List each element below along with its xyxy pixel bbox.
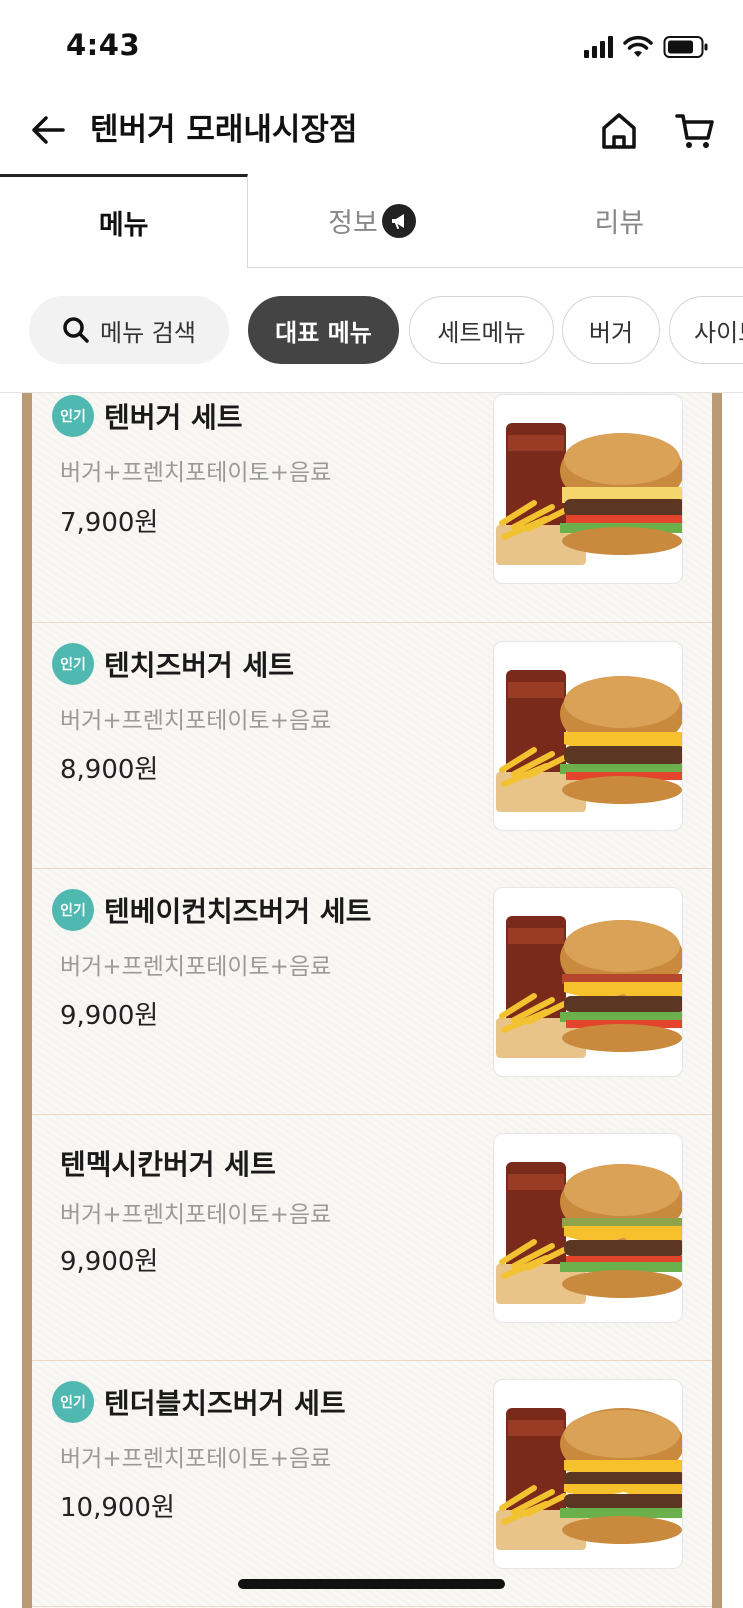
battery-icon bbox=[663, 36, 708, 58]
popular-badge: 인기 bbox=[52, 395, 94, 437]
chip-set-menu[interactable]: 세트메뉴 bbox=[409, 296, 554, 364]
menu-item-description: 버거+프렌치포테이토+음료 bbox=[60, 1446, 332, 1472]
menu-board-frame: 인기 텐버거 세트 버거+프렌치포테이토+음료 7,900원 인기 텐치즈버거 … bbox=[22, 393, 722, 1608]
menu-search-button[interactable]: 메뉴 검색 bbox=[29, 296, 229, 364]
category-chips: 메뉴 검색 대표 메뉴 세트메뉴 버거 사이드 bbox=[0, 296, 743, 366]
burger-set-image bbox=[493, 394, 683, 584]
status-icons bbox=[584, 34, 709, 60]
menu-item[interactable]: 텐멕시칸버거 세트 버거+프렌치포테이토+음료 9,900원 bbox=[32, 1115, 712, 1361]
menu-board: 인기 텐버거 세트 버거+프렌치포테이토+음료 7,900원 인기 텐치즈버거 … bbox=[32, 393, 712, 1608]
store-tabs: 메뉴 정보 리뷰 bbox=[0, 174, 743, 268]
status-bar: 4:43 bbox=[0, 0, 743, 92]
menu-item-name: 텐베이컨치즈버거 세트 bbox=[104, 895, 372, 928]
menu-item-name-row: 인기 텐버거 세트 bbox=[52, 395, 243, 437]
menu-item-name-row: 인기 텐더블치즈버거 세트 bbox=[52, 1381, 346, 1423]
menu-item-price: 10,900원 bbox=[60, 1493, 175, 1523]
tab-menu[interactable]: 메뉴 bbox=[0, 174, 249, 268]
double-cheeseburger-set-image bbox=[493, 1379, 683, 1569]
menu-item-description: 버거+프렌치포테이토+음료 bbox=[60, 708, 332, 734]
tab-menu-label: 메뉴 bbox=[98, 210, 149, 241]
menu-item-price: 9,900원 bbox=[60, 1247, 159, 1277]
tab-reviews-label: 리뷰 bbox=[594, 208, 645, 239]
menu-item-name: 텐버거 세트 bbox=[104, 401, 243, 434]
menu-item-price: 7,900원 bbox=[60, 508, 159, 538]
tab-info-label: 정보 bbox=[328, 208, 378, 239]
menu-item-description: 버거+프렌치포테이토+음료 bbox=[60, 460, 332, 486]
store-header: 텐버거 모래내시장점 bbox=[0, 92, 743, 176]
cart-button[interactable] bbox=[674, 110, 716, 152]
menu-item-name: 텐멕시칸버거 세트 bbox=[60, 1148, 276, 1181]
home-button[interactable] bbox=[598, 110, 640, 152]
menu-item-name-row: 인기 텐치즈버거 세트 bbox=[52, 643, 294, 685]
menu-item-price: 9,900원 bbox=[60, 1001, 159, 1031]
mexican-burger-set-image bbox=[493, 1133, 683, 1323]
cellular-signal-icon bbox=[584, 36, 613, 58]
back-button[interactable] bbox=[28, 110, 68, 150]
tab-info[interactable]: 정보 bbox=[248, 174, 496, 268]
megaphone-icon bbox=[381, 203, 416, 238]
menu-item-name-row: 인기 텐베이컨치즈버거 세트 bbox=[52, 889, 371, 931]
popular-badge: 인기 bbox=[52, 889, 94, 931]
popular-badge: 인기 bbox=[52, 1381, 94, 1423]
arrow-left-icon bbox=[32, 116, 65, 144]
store-title: 텐버거 모래내시장점 bbox=[90, 112, 358, 148]
menu-search-label: 메뉴 검색 bbox=[100, 318, 196, 347]
home-indicator[interactable] bbox=[238, 1579, 505, 1589]
cart-icon bbox=[675, 114, 714, 148]
search-icon bbox=[63, 317, 89, 343]
menu-item-description: 버거+프렌치포테이토+음료 bbox=[60, 954, 332, 980]
menu-item-price: 8,900원 bbox=[60, 755, 159, 785]
status-time: 4:43 bbox=[66, 28, 141, 62]
bacon-cheeseburger-set-image bbox=[493, 887, 683, 1077]
home-icon bbox=[602, 113, 636, 149]
menu-item-name: 텐치즈버거 세트 bbox=[104, 649, 295, 682]
menu-item-name-row: 텐멕시칸버거 세트 bbox=[60, 1143, 276, 1183]
menu-item-name: 텐더블치즈버거 세트 bbox=[104, 1387, 346, 1420]
menu-item[interactable]: 인기 텐치즈버거 세트 버거+프렌치포테이토+음료 8,900원 bbox=[32, 623, 712, 869]
chip-burger[interactable]: 버거 bbox=[562, 296, 660, 364]
menu-list: 인기 텐버거 세트 버거+프렌치포테이토+음료 7,900원 인기 텐치즈버거 … bbox=[0, 393, 743, 1608]
cheeseburger-set-image bbox=[493, 641, 683, 831]
menu-item[interactable]: 인기 텐베이컨치즈버거 세트 버거+프렌치포테이토+음료 9,900원 bbox=[32, 869, 712, 1115]
menu-item[interactable]: 인기 텐버거 세트 버거+프렌치포테이토+음료 7,900원 bbox=[32, 393, 712, 623]
tab-reviews[interactable]: 리뷰 bbox=[495, 174, 743, 268]
chip-side[interactable]: 사이드 bbox=[669, 296, 743, 364]
popular-badge: 인기 bbox=[52, 643, 94, 685]
wifi-icon bbox=[623, 35, 653, 57]
menu-item[interactable]: 인기 텐더블치즈버거 세트 버거+프렌치포테이토+음료 10,900원 bbox=[32, 1361, 712, 1607]
chip-signature-menu[interactable]: 대표 메뉴 bbox=[248, 296, 399, 364]
menu-item-description: 버거+프렌치포테이토+음료 bbox=[60, 1202, 332, 1228]
